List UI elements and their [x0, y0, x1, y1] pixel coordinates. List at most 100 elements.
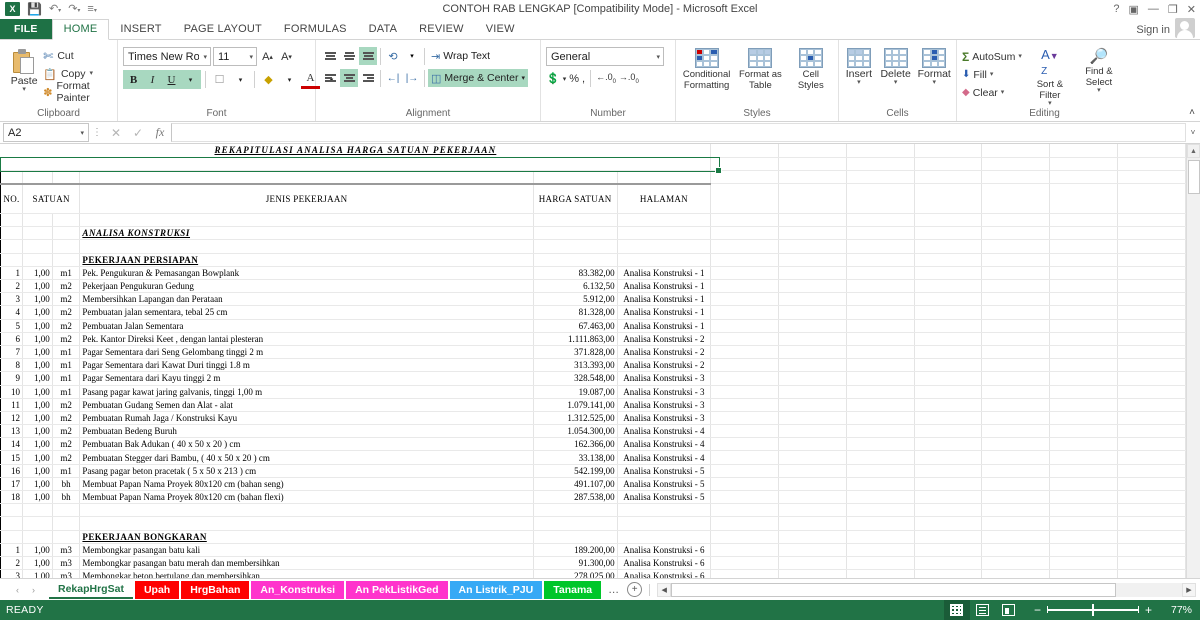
cell-styles-button[interactable]: Cell Styles	[789, 46, 833, 91]
cell-unit[interactable]: m2	[52, 279, 81, 294]
empty-cell[interactable]	[710, 437, 780, 452]
scroll-right-button[interactable]: ▶	[1182, 582, 1196, 597]
empty-cell[interactable]	[710, 319, 780, 333]
empty-cell[interactable]	[846, 170, 915, 185]
tab-formulas[interactable]: FORMULAS	[273, 20, 358, 39]
spacer-cell[interactable]	[617, 253, 712, 267]
cell-unit[interactable]: bh	[52, 477, 81, 492]
chevron-down-icon[interactable]: ▾	[249, 53, 253, 61]
empty-cell[interactable]	[778, 543, 847, 557]
collapse-ribbon-icon[interactable]: ˄	[1189, 107, 1195, 118]
empty-cell[interactable]	[914, 385, 983, 399]
zoom-track[interactable]	[1046, 604, 1139, 617]
delete-dropdown-icon[interactable]: ▾	[894, 79, 898, 86]
cell-no[interactable]: 13	[0, 424, 23, 439]
cell-description[interactable]: Pasang pagar beton pracetak ( 5 x 50 x 2…	[79, 464, 534, 478]
empty-cell[interactable]	[1049, 319, 1119, 333]
spacer-cell[interactable]	[52, 239, 81, 254]
cell-unit[interactable]: m1	[52, 266, 81, 281]
spacer-cell[interactable]	[22, 226, 53, 241]
spacer-cell[interactable]	[22, 170, 53, 185]
empty-cell[interactable]	[710, 516, 780, 531]
empty-cell[interactable]	[1049, 371, 1119, 386]
cell-qty[interactable]: 1,00	[22, 305, 53, 320]
font-family-combo[interactable]: Times New Roma ▾	[123, 47, 211, 66]
spacer-cell[interactable]	[617, 530, 712, 544]
spacer-cell[interactable]	[617, 239, 712, 254]
empty-cell[interactable]	[981, 424, 1051, 439]
empty-cell[interactable]	[778, 569, 847, 578]
empty-cell[interactable]	[778, 292, 847, 307]
sheet-tab-tanama[interactable]: Tanama	[544, 580, 602, 599]
cell-page[interactable]: Analisa Konstruksi - 6	[617, 556, 712, 571]
cell-no[interactable]: 8	[0, 358, 23, 373]
spacer-cell[interactable]	[0, 239, 23, 254]
cell-no[interactable]: 15	[0, 450, 23, 465]
scroll-left-button[interactable]: ◀	[657, 582, 672, 597]
empty-cell[interactable]	[1049, 490, 1119, 505]
empty-cell[interactable]	[846, 305, 915, 320]
empty-cell[interactable]	[981, 556, 1051, 571]
cell-page[interactable]: Analisa Konstruksi - 4	[617, 437, 712, 452]
empty-cell[interactable]	[846, 503, 915, 518]
empty-cell[interactable]	[981, 477, 1051, 492]
spacer-cell[interactable]	[533, 239, 618, 254]
cell-unit[interactable]: m1	[52, 385, 81, 399]
cell-qty[interactable]: 1,00	[22, 424, 53, 439]
spacer-cell[interactable]	[52, 503, 81, 518]
sort-and-filter-button[interactable]: A▼ Z Sort & Filter ▾	[1030, 46, 1070, 107]
cell-qty[interactable]: 1,00	[22, 477, 53, 492]
empty-cell[interactable]	[778, 464, 847, 478]
empty-cell[interactable]	[914, 332, 983, 346]
empty-cell[interactable]	[846, 490, 915, 505]
number-format-combo[interactable]: General ▾	[546, 47, 664, 66]
cell-page[interactable]: Analisa Konstruksi - 1	[617, 279, 712, 294]
empty-cell[interactable]	[981, 226, 1051, 241]
spacer-cell[interactable]	[533, 516, 618, 531]
empty-cell[interactable]	[778, 516, 847, 531]
empty-cell[interactable]	[1117, 253, 1186, 267]
formula-input[interactable]	[171, 123, 1186, 142]
cell-page[interactable]: Analisa Konstruksi - 3	[617, 385, 712, 399]
sheet-tab-an-konstruksi[interactable]: An_Konstruksi	[251, 580, 345, 599]
empty-cell[interactable]	[846, 371, 915, 386]
cell-page[interactable]: Analisa Konstruksi - 5	[617, 490, 712, 505]
cell-page[interactable]: Analisa Konstruksi - 2	[617, 332, 712, 346]
spacer-cell[interactable]	[0, 516, 23, 531]
empty-cell[interactable]	[1049, 332, 1119, 346]
cell-qty[interactable]: 1,00	[22, 569, 53, 578]
cell-unit[interactable]: bh	[52, 490, 81, 505]
empty-cell[interactable]	[981, 530, 1051, 544]
close-icon[interactable]: ✕	[1187, 3, 1196, 16]
cell-description[interactable]: Membuat Papan Nama Proyek 80x120 cm (bah…	[79, 477, 534, 492]
empty-cell[interactable]	[914, 144, 983, 158]
spacer-cell[interactable]	[0, 503, 23, 518]
empty-cell[interactable]	[846, 358, 915, 373]
cell-qty[interactable]: 1,00	[22, 437, 53, 452]
cell-qty[interactable]: 1,00	[22, 398, 53, 412]
empty-cell[interactable]	[1049, 569, 1119, 578]
increase-font-size-button[interactable]: A ▴	[259, 47, 276, 66]
empty-cell[interactable]	[914, 213, 983, 228]
align-middle-button[interactable]	[340, 47, 358, 65]
spacer-cell[interactable]	[533, 226, 618, 241]
empty-cell[interactable]	[846, 157, 915, 171]
expand-formula-bar-icon[interactable]: ˅	[1186, 128, 1200, 137]
empty-cell[interactable]	[710, 226, 780, 241]
empty-cell[interactable]	[846, 226, 915, 241]
clear-dropdown-icon[interactable]: ▾	[1001, 89, 1005, 96]
cell-price[interactable]: 491.107,00	[533, 477, 618, 492]
cell-no[interactable]: 2	[0, 556, 23, 571]
empty-cell[interactable]	[981, 516, 1051, 531]
empty-cell[interactable]	[1117, 411, 1186, 426]
underline-dropdown-icon[interactable]: ▾	[181, 70, 200, 89]
name-box[interactable]: A2 ▾	[3, 123, 89, 142]
cell-qty[interactable]: 1,00	[22, 464, 53, 478]
empty-cell[interactable]	[914, 157, 983, 171]
empty-cell[interactable]	[1117, 332, 1186, 346]
empty-cell[interactable]	[846, 477, 915, 492]
empty-cell[interactable]	[1117, 530, 1186, 544]
empty-cell[interactable]	[710, 371, 780, 386]
empty-cell[interactable]	[981, 543, 1051, 557]
cell-no[interactable]: 10	[0, 385, 23, 399]
